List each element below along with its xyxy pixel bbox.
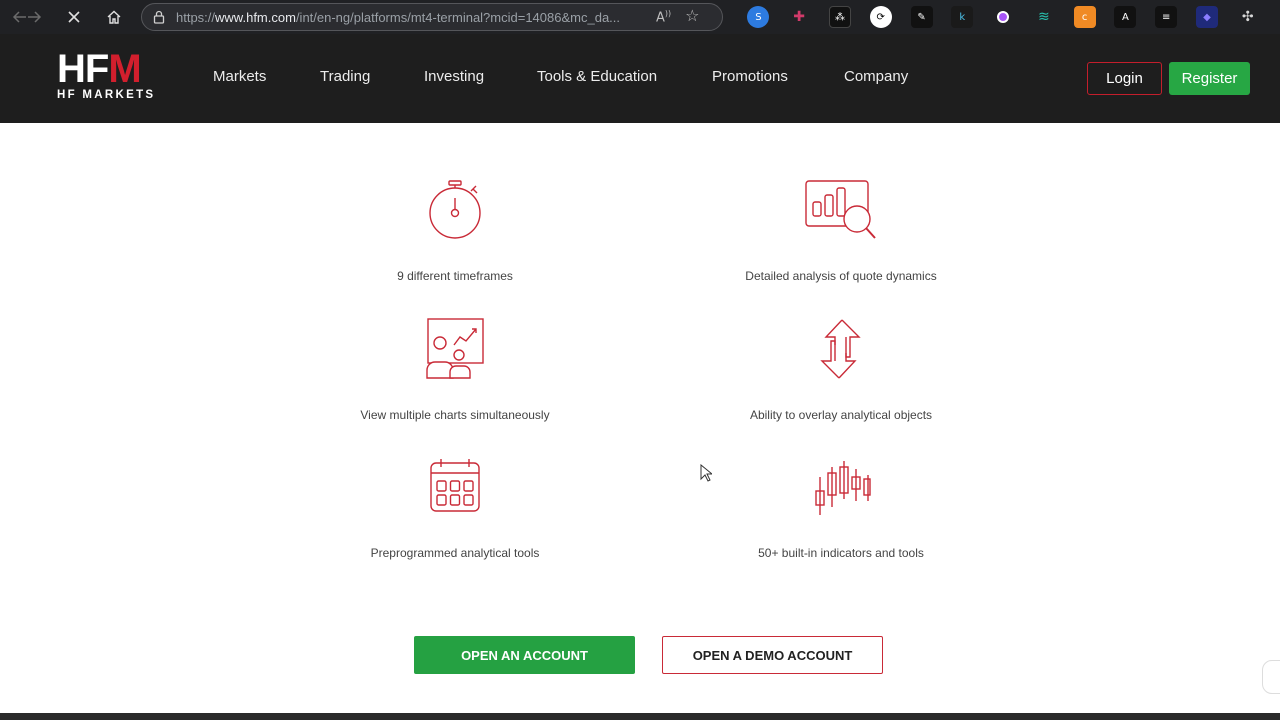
forward-button[interactable]: [14, 0, 54, 34]
nav-promotions[interactable]: Promotions: [712, 68, 788, 85]
stop-loading-button[interactable]: [54, 0, 94, 34]
feature-quote-analysis: Detailed analysis of quote dynamics: [691, 178, 991, 283]
open-account-button[interactable]: OPEN AN ACCOUNT: [414, 636, 635, 674]
extension-1-icon[interactable]: S: [747, 6, 770, 28]
url-path: /int/en-ng/platforms/mt4-terminal?mcid=1…: [295, 9, 621, 25]
extension-7-icon[interactable]: [992, 6, 1014, 28]
logo-hf-text: HF: [57, 47, 109, 91]
login-button[interactable]: Login: [1087, 62, 1162, 95]
extension-5-icon[interactable]: ✎: [910, 6, 933, 28]
feature-preprogrammed-tools: Preprogrammed analytical tools: [305, 455, 605, 560]
extension-12-icon[interactable]: ◆: [1195, 6, 1218, 28]
stopwatch-icon: [305, 178, 605, 242]
forward-arrow-icon: [28, 11, 42, 23]
address-bar[interactable]: https://www.hfm.com/int/en-ng/platforms/…: [141, 3, 723, 31]
nav-investing[interactable]: Investing: [424, 68, 484, 85]
home-button[interactable]: [94, 0, 134, 34]
bottom-edge: [0, 713, 1280, 720]
close-icon: [68, 11, 80, 23]
url-prefix: https://: [176, 9, 216, 25]
feature-overlay-objects: Ability to overlay analytical objects: [691, 317, 991, 422]
home-icon: [107, 10, 121, 24]
register-button[interactable]: Register: [1169, 62, 1250, 95]
mouse-cursor-icon: [700, 463, 714, 487]
extension-4-icon[interactable]: ⟳: [869, 6, 892, 28]
feature-label: 9 different timeframes: [397, 269, 513, 283]
logo-m-text: M: [108, 47, 141, 91]
feature-timeframes: 9 different timeframes: [305, 178, 605, 283]
chart-magnifier-icon: [691, 178, 991, 242]
extension-2-icon[interactable]: ✚: [788, 6, 810, 28]
candlestick-icon: [691, 455, 991, 519]
feature-indicators: 50+ built-in indicators and tools: [691, 455, 991, 560]
open-demo-account-button[interactable]: OPEN A DEMO ACCOUNT: [662, 636, 883, 674]
feature-multiple-charts: View multiple charts simultaneously: [305, 317, 605, 422]
chat-widget-button[interactable]: [1262, 660, 1280, 694]
presentation-users-icon: [305, 317, 605, 381]
extension-10-icon[interactable]: A: [1114, 6, 1137, 28]
feature-label: 50+ built-in indicators and tools: [758, 546, 924, 560]
nav-tools-education[interactable]: Tools & Education: [537, 68, 657, 85]
nav-trading[interactable]: Trading: [320, 68, 370, 85]
feature-label: View multiple charts simultaneously: [360, 408, 550, 422]
nav-company[interactable]: Company: [844, 68, 908, 85]
logo-subtitle: HF MARKETS: [57, 89, 156, 101]
read-aloud-icon[interactable]: A)): [656, 9, 671, 25]
feature-label: Preprogrammed analytical tools: [370, 546, 540, 560]
nav-markets[interactable]: Markets: [213, 68, 266, 85]
extension-6-icon[interactable]: k: [951, 6, 974, 28]
url-domain: www.hfm.com: [215, 9, 296, 25]
hfm-logo[interactable]: HFM HF MARKETS: [57, 49, 163, 103]
site-header: HFM HF MARKETS Markets Trading Investing…: [0, 34, 1280, 123]
browser-toolbar: https://www.hfm.com/int/en-ng/platforms/…: [0, 0, 1280, 34]
favorite-star-icon[interactable]: ☆: [685, 7, 699, 25]
calendar-grid-icon: [305, 455, 605, 519]
feature-label: Detailed analysis of quote dynamics: [745, 269, 937, 283]
extension-9-icon[interactable]: c: [1073, 6, 1096, 28]
up-down-arrows-icon: [691, 317, 991, 381]
url-text[interactable]: https://www.hfm.com/int/en-ng/platforms/…: [176, 10, 646, 25]
extension-11-icon[interactable]: ≡: [1155, 6, 1178, 28]
extensions-puzzle-icon[interactable]: ✣: [1237, 6, 1259, 28]
feature-label: Ability to overlay analytical objects: [749, 408, 933, 422]
extensions-bar: S ✚ ⁂ ⟳ ✎ k ≋ c A ≡ ◆ ✣: [738, 0, 1268, 34]
lock-icon[interactable]: [142, 10, 176, 24]
extension-8-icon[interactable]: ≋: [1033, 6, 1055, 28]
extension-3-icon[interactable]: ⁂: [828, 6, 851, 28]
